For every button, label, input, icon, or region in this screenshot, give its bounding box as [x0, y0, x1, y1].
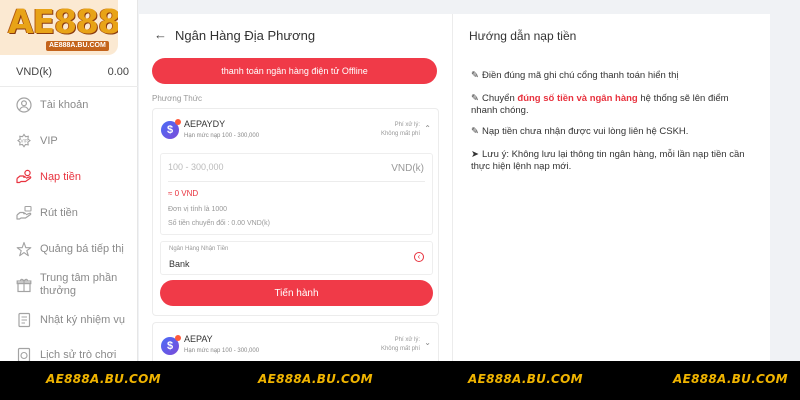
amount-input[interactable] [168, 162, 368, 172]
pencil-icon: ✎ [471, 70, 479, 81]
guide-item: ➤ Lưu ý: Không lưu lại thông tin ngân hàn… [471, 149, 756, 173]
guide-text: Lưu ý: Không lưu lại thông tin ngân hàng… [471, 149, 745, 172]
unit-note: Đơn vị tính là 1000 [168, 206, 228, 213]
logo-text: AE888 [8, 2, 118, 41]
sidebar-item-reward[interactable]: Trung tâm phần thưởng [0, 268, 138, 302]
sidebar-item-label: Trung tâm phần thưởng [40, 272, 118, 297]
vip-icon: VIP [15, 132, 33, 150]
transfer-note: Số tiền chuyển đổi : 0.00 VND(k) [168, 220, 270, 227]
payment-method-fee: Phí xử lý: Không mất phí [381, 121, 420, 139]
sidebar-item-withdraw[interactable]: Rút tiền [0, 198, 138, 228]
sidebar-item-label: Rút tiền [40, 207, 78, 219]
sidebar-item-label: Quảng bá tiếp thị [40, 243, 124, 255]
chevron-up-icon[interactable]: ⌃ [424, 124, 431, 133]
receiving-bank-value: Bank [169, 259, 190, 269]
payment-method-card: $ AEPAYDY Hạn mức nạp 100 - 300,000 Phí … [152, 108, 439, 316]
reward-icon [15, 276, 33, 294]
footer-url: AE888A.BU.COM [258, 372, 373, 386]
task-icon [15, 311, 33, 329]
method-section-label: Phương Thức [152, 94, 203, 103]
sidebar-item-label: Tài khoản [40, 99, 89, 111]
pencil-icon: ✎ [471, 126, 479, 137]
payment-method-header[interactable]: $ AEPAYDY Hạn mức nạp 100 - 300,000 Phí … [153, 109, 438, 147]
amount-unit: VND(k) [391, 163, 424, 174]
guide-item: ✎ Chuyển đúng số tiền và ngân hàng hệ thố… [471, 93, 756, 117]
svg-text:VIP: VIP [20, 139, 27, 145]
sidebar-item-promote[interactable]: Quảng bá tiếp thị [0, 234, 138, 264]
select-arrow-icon: ‹ [414, 252, 424, 262]
guide-text: Nạp tiền chưa nhận được vui lòng liên hệ… [482, 126, 689, 137]
footer-url: AE888A.BU.COM [673, 372, 788, 386]
guide-item: ✎ Điền đúng mã ghi chú cổng thanh toán hi… [471, 70, 756, 82]
sidebar-item-label: Nạp tiền [40, 171, 81, 183]
back-arrow-icon[interactable]: ← [154, 27, 167, 42]
payment-method-name: AEPAYDY [184, 119, 226, 129]
guide-text: Chuyển [482, 93, 518, 104]
guide-text: Điền đúng mã ghi chú cổng thanh toán hiể… [482, 70, 679, 81]
chevron-down-icon[interactable]: ⌄ [424, 338, 431, 347]
converted-amount: ≈ 0 VND [168, 189, 199, 198]
fee-value: Không mất phí [380, 131, 420, 137]
receiving-bank-label: Ngân Hàng Nhận Tiền [169, 246, 229, 252]
sidebar-item-label: Nhật ký nhiệm vụ [40, 314, 125, 326]
user-icon [15, 96, 33, 114]
arrow-right-icon: ➤ [471, 149, 479, 160]
payment-method-limit: Hạn mức nạp 100 - 300,000 [184, 348, 260, 354]
page-title: Ngân Hàng Địa Phương [175, 28, 316, 43]
receiving-bank-select[interactable]: Ngân Hàng Nhận Tiền Bank ‹ [160, 241, 433, 275]
guide-panel: Hướng dẫn nạp tiền ✎ Điền đúng mã ghi chú… [452, 14, 770, 364]
payment-icon: $ [161, 335, 181, 355]
payment-icon: $ [161, 119, 181, 139]
brand-logo[interactable]: AE888 AE888A.BU.COM [0, 0, 118, 55]
balance-row: VND(k) 0.00 [0, 55, 138, 87]
sidebar-item-label: VIP [40, 135, 58, 147]
footer-url: AE888A.BU.COM [46, 372, 161, 386]
balance-value: 0.00 [107, 66, 129, 78]
amount-divider [168, 181, 425, 182]
fee-label: Phí xử lý: [394, 337, 420, 343]
footer-banner: AE888A.BU.COM AE888A.BU.COM AE888A.BU.CO… [0, 361, 800, 400]
payment-method-name: AEPAY [184, 334, 213, 344]
guide-highlight: đúng số tiền và ngân hàng [517, 93, 638, 104]
fee-label: Phí xử lý: [394, 122, 420, 128]
sidebar-item-deposit[interactable]: Nạp tiền [0, 162, 138, 192]
guide-title: Hướng dẫn nạp tiền [469, 29, 577, 43]
sidebar-item-vip[interactable]: VIP VIP [0, 126, 138, 156]
sidebar: AE888 AE888A.BU.COM VND(k) 0.00 Tài khoả… [0, 0, 138, 400]
proceed-button[interactable]: Tiến hành [160, 280, 433, 306]
pencil-icon: ✎ [471, 93, 479, 104]
sidebar-item-task-log[interactable]: Nhật ký nhiệm vụ [0, 305, 138, 335]
guide-item: ✎ Nạp tiền chưa nhận được vui lòng liên h… [471, 126, 756, 138]
fee-value: Không mất phí [380, 346, 420, 352]
promote-icon [15, 240, 33, 258]
footer-url: AE888A.BU.COM [468, 372, 583, 386]
withdraw-icon [15, 204, 33, 222]
deposit-panel: ← Ngân Hàng Địa Phương thanh toán ngân h… [139, 14, 452, 366]
deposit-icon [15, 168, 33, 186]
offline-banking-button[interactable]: thanh toán ngân hàng điện tử Offline [152, 58, 437, 84]
logo-subtext: AE888A.BU.COM [46, 41, 109, 51]
amount-field-box: VND(k) ≈ 0 VND Đơn vị tính là 1000 Số ti… [160, 153, 433, 235]
balance-currency: VND(k) [16, 66, 53, 78]
payment-method-fee: Phí xử lý: Không mất phí [381, 336, 420, 354]
payment-method-limit: Hạn mức nạp 100 - 300,000 [184, 133, 260, 139]
payment-method-card[interactable]: $ AEPAY Hạn mức nạp 100 - 300,000 Phí xử… [152, 322, 439, 366]
sidebar-item-account[interactable]: Tài khoản [0, 90, 138, 120]
